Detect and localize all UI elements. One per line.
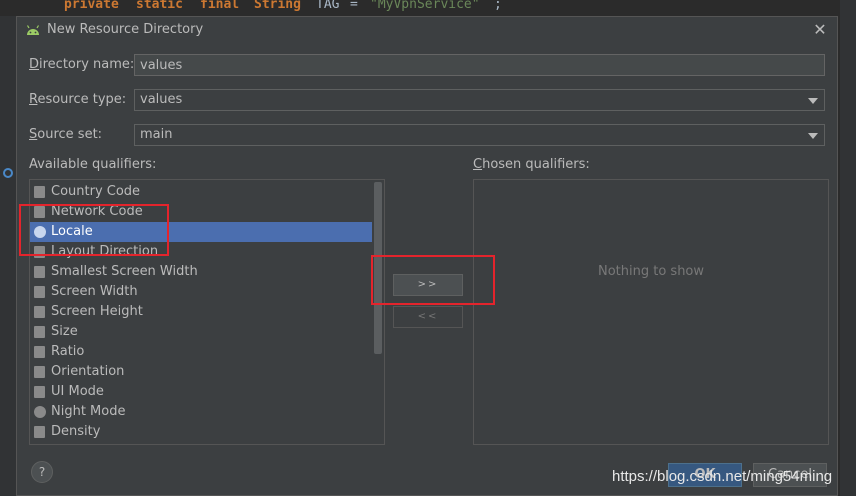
country-code-icon (34, 186, 45, 198)
code-type: String (254, 0, 301, 12)
qualifier-item[interactable]: Smallest Screen Width (30, 262, 372, 282)
directory-name-label: Directory name: (29, 57, 135, 72)
qualifier-label: Ratio (51, 344, 85, 359)
qualifier-label: Density (51, 424, 101, 439)
source-set-label: Source set: (29, 127, 103, 142)
qualifier-label: Night Mode (51, 404, 126, 419)
dialog-title-bar: New Resource Directory ✕ (17, 17, 837, 45)
qualifier-item[interactable]: Density (30, 422, 372, 442)
qualifier-label: Screen Height (51, 304, 143, 319)
orientation-icon (34, 366, 45, 378)
qualifier-label: Screen Width (51, 284, 138, 299)
empty-state-text: Nothing to show (597, 264, 705, 279)
chevron-down-icon (808, 98, 818, 104)
code-semicolon: ; (494, 0, 502, 12)
chevron-down-icon (808, 133, 818, 139)
editor-scroll-gutter (840, 0, 856, 496)
help-button[interactable]: ? (31, 461, 53, 483)
available-qualifiers-label: Available qualifiers: (29, 157, 157, 172)
source-set-select[interactable]: main (134, 124, 825, 146)
annotation-box-qualifiers (19, 204, 169, 256)
code-string: "MyVpnService" (370, 0, 480, 12)
qualifier-item[interactable]: Night Mode (30, 402, 372, 422)
resource-type-select[interactable]: values (134, 89, 825, 111)
density-icon (34, 426, 45, 438)
qualifier-item[interactable]: UI Mode (30, 382, 372, 402)
watermark-text: https://blog.csdn.net/ming54ming (612, 468, 833, 485)
qualifier-label: Smallest Screen Width (51, 264, 198, 279)
night-mode-icon (34, 406, 46, 418)
code-operator: = (350, 0, 358, 12)
code-keyword: private (64, 0, 119, 12)
editor-gutter (0, 16, 16, 496)
qualifier-label: Size (51, 324, 78, 339)
qualifier-label: UI Mode (51, 384, 104, 399)
qualifier-item[interactable]: Country Code (30, 182, 372, 202)
source-set-value: main (140, 127, 173, 142)
code-keyword: static (136, 0, 183, 12)
editor-code-line: private static final String TAG = "MyVpn… (0, 0, 856, 16)
qualifier-item[interactable]: Size (30, 322, 372, 342)
close-button[interactable]: ✕ (811, 21, 829, 39)
screen-width-icon (34, 286, 45, 298)
close-icon: ✕ (813, 20, 827, 39)
qualifier-item[interactable]: Screen Height (30, 302, 372, 322)
dialog-title: New Resource Directory (47, 22, 204, 37)
size-icon (34, 326, 45, 338)
qualifier-label: Country Code (51, 184, 141, 199)
chosen-qualifiers-label: Chosen qualifiers: (473, 157, 590, 172)
screen-height-icon (34, 306, 45, 318)
smallest-width-icon (34, 266, 45, 278)
qualifier-item[interactable]: Ratio (30, 342, 372, 362)
resource-type-label: Resource type: (29, 92, 127, 107)
code-keyword: final (200, 0, 240, 12)
qualifier-item[interactable]: Screen Width (30, 282, 372, 302)
directory-name-input[interactable] (134, 54, 825, 76)
resource-type-value: values (140, 92, 183, 107)
qualifier-label: Orientation (51, 364, 125, 379)
remove-qualifier-button[interactable]: << (393, 306, 463, 328)
qualifier-item[interactable]: Orientation (30, 362, 372, 382)
chosen-qualifiers-list[interactable]: Nothing to show (473, 179, 829, 445)
annotation-box-add-button (371, 255, 495, 305)
code-identifier: TAG (316, 0, 340, 12)
ui-mode-icon (34, 386, 45, 398)
new-resource-directory-dialog: New Resource Directory ✕ Directory name:… (16, 16, 838, 496)
ratio-icon (34, 346, 45, 358)
gutter-marker-icon (3, 168, 13, 178)
android-icon (26, 25, 40, 35)
